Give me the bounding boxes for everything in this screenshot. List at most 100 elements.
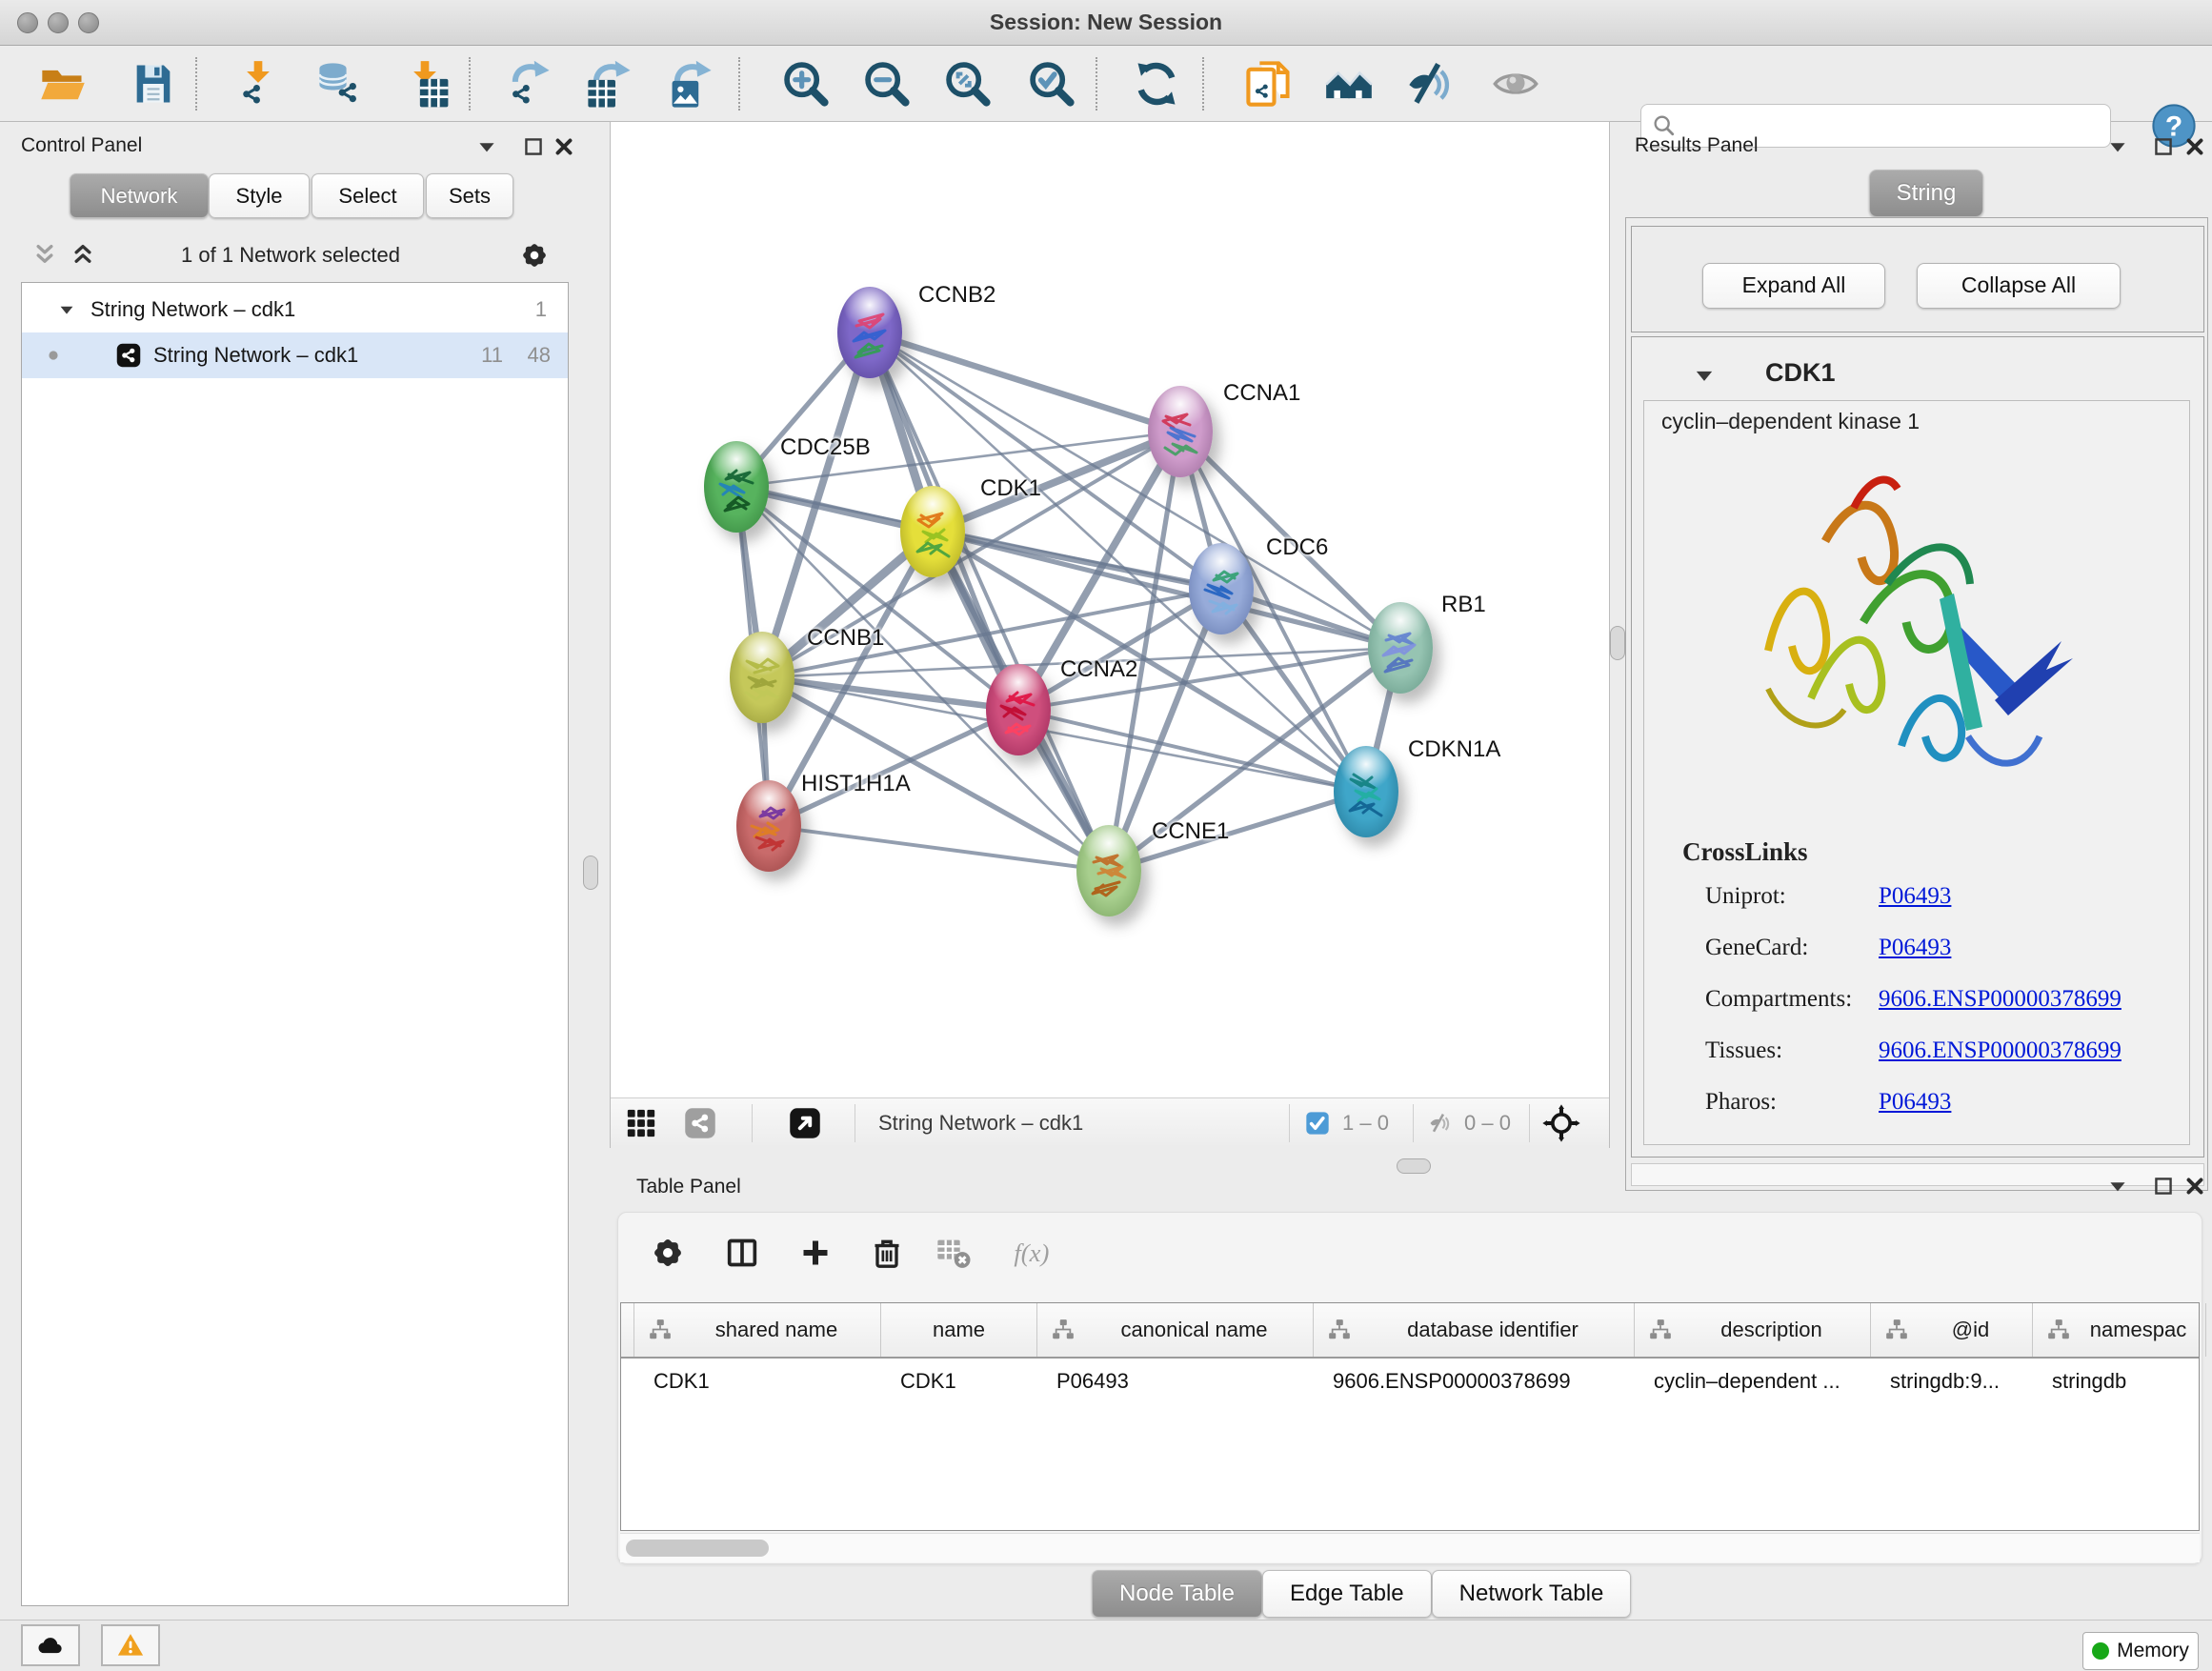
panel-close-icon[interactable]: [2182, 134, 2207, 159]
collapse-all-button[interactable]: Collapse All: [1917, 263, 2121, 309]
open-folder-icon[interactable]: [38, 59, 88, 109]
network-node-rb1[interactable]: [1368, 602, 1433, 694]
crosslink-link[interactable]: 9606.ENSP00000378699: [1879, 1037, 2122, 1064]
tree-row-network[interactable]: String Network – cdk1 11 48: [22, 332, 568, 378]
network-canvas[interactable]: CCNB2CCNA1CDC25BCDK1CDC6RB1CCNB1CCNA2CDK…: [611, 122, 1609, 1097]
table-cell[interactable]: CDK1: [634, 1359, 881, 1404]
panel-close-icon[interactable]: [2182, 1174, 2207, 1198]
hide-labels-icon[interactable]: [1405, 59, 1455, 109]
tab-network-table[interactable]: Network Table: [1432, 1570, 1632, 1618]
column-header-canonical-name[interactable]: canonical name: [1037, 1303, 1314, 1357]
scrollbar-thumb[interactable]: [626, 1540, 769, 1557]
protein-structure-image: [1711, 451, 2111, 827]
table-row-gutter: [621, 1359, 634, 1404]
node-table[interactable]: shared namenamecanonical namedatabase id…: [620, 1302, 2200, 1531]
memory-button[interactable]: Memory: [2082, 1632, 2199, 1670]
split-columns-icon[interactable]: [723, 1234, 761, 1272]
crosshair-icon[interactable]: [1542, 1104, 1580, 1142]
trash-icon[interactable]: [868, 1234, 906, 1272]
view-grid-icon[interactable]: [624, 1107, 658, 1139]
crosslink-link[interactable]: P06493: [1879, 1089, 1951, 1116]
gene-caret-icon[interactable]: [1691, 362, 1718, 389]
network-node-cdkn1a[interactable]: [1334, 746, 1398, 837]
table-row[interactable]: CDK1CDK1P064939606.ENSP00000378699cyclin…: [621, 1359, 2199, 1404]
tree-row-group[interactable]: String Network – cdk1 1: [22, 287, 568, 332]
crosslink-link[interactable]: P06493: [1879, 935, 1951, 961]
table-cell[interactable]: stringdb: [2033, 1359, 2206, 1404]
memory-label: Memory: [2117, 1640, 2189, 1662]
zoom-selected-icon[interactable]: [1027, 59, 1076, 109]
import-database-icon[interactable]: [314, 59, 364, 109]
table-cell[interactable]: stringdb:9...: [1871, 1359, 2033, 1404]
network-node-ccna1[interactable]: [1148, 386, 1213, 477]
table-cell[interactable]: P06493: [1037, 1359, 1314, 1404]
tab-node-table[interactable]: Node Table: [1092, 1570, 1262, 1618]
zoom-fit-icon[interactable]: [943, 59, 993, 109]
tab-string[interactable]: String: [1869, 170, 1983, 217]
export-table-icon[interactable]: [586, 59, 635, 109]
panel-caret-icon[interactable]: [474, 134, 499, 159]
gene-symbol: CDK1: [1765, 358, 1836, 388]
table-cell[interactable]: cyclin–dependent ...: [1635, 1359, 1871, 1404]
column-header--id[interactable]: @id: [1871, 1303, 2033, 1357]
network-options-gear-icon[interactable]: [518, 239, 551, 272]
network-node-hist1h1a[interactable]: [736, 780, 801, 872]
panel-caret-icon[interactable]: [2105, 1174, 2130, 1198]
table-hscrollbar[interactable]: [620, 1533, 2200, 1562]
network-node-cdc6[interactable]: [1189, 543, 1254, 634]
tab-select[interactable]: Select: [312, 173, 424, 218]
bottom-splitter-handle[interactable]: [1397, 1158, 1431, 1174]
save-icon[interactable]: [129, 59, 178, 109]
view-share-icon[interactable]: [683, 1106, 717, 1140]
table-cell[interactable]: 9606.ENSP00000378699: [1314, 1359, 1635, 1404]
hidden-eye-icon[interactable]: [1426, 1110, 1455, 1137]
import-network-icon[interactable]: [233, 59, 283, 109]
network-node-ccna2[interactable]: [986, 664, 1051, 755]
panel-close-icon[interactable]: [552, 134, 576, 159]
warning-button[interactable]: [101, 1624, 160, 1666]
export-image-icon[interactable]: [667, 59, 716, 109]
homes-icon[interactable]: [1324, 59, 1374, 109]
panel-float-icon[interactable]: [2151, 1174, 2176, 1198]
collapse-all-icon[interactable]: [30, 241, 59, 270]
network-node-ccnb1[interactable]: [730, 632, 794, 723]
gear-icon[interactable]: [649, 1234, 687, 1272]
column-header-shared-name[interactable]: shared name: [634, 1303, 881, 1357]
column-header-namespac[interactable]: namespac: [2033, 1303, 2206, 1357]
export-network-icon[interactable]: [505, 59, 554, 109]
crosslink-link[interactable]: P06493: [1879, 883, 1951, 910]
main-toolbar: ?: [0, 46, 2212, 122]
panel-caret-icon[interactable]: [2105, 134, 2130, 159]
tab-network[interactable]: Network: [70, 173, 209, 218]
tab-edge-table[interactable]: Edge Table: [1262, 1570, 1432, 1618]
plus-icon[interactable]: [796, 1234, 835, 1272]
view-export-icon[interactable]: [788, 1106, 822, 1140]
network-node-ccne1[interactable]: [1076, 825, 1141, 916]
network-node-ccnb2[interactable]: [837, 287, 902, 378]
expand-all-icon[interactable]: [69, 241, 97, 270]
document-share-icon[interactable]: [1243, 59, 1293, 109]
column-header-name[interactable]: name: [881, 1303, 1037, 1357]
expand-all-button[interactable]: Expand All: [1702, 263, 1885, 309]
column-header-description[interactable]: description: [1635, 1303, 1871, 1357]
tab-style[interactable]: Style: [209, 173, 310, 218]
panel-float-icon[interactable]: [521, 134, 546, 159]
tab-sets[interactable]: Sets: [426, 173, 513, 218]
refresh-icon[interactable]: [1132, 59, 1181, 109]
column-header-database-identifier[interactable]: database identifier: [1314, 1303, 1635, 1357]
selected-checkbox-icon[interactable]: [1304, 1110, 1331, 1137]
zoom-out-icon[interactable]: [862, 59, 912, 109]
panel-float-icon[interactable]: [2151, 134, 2176, 159]
import-table-icon[interactable]: [400, 59, 450, 109]
crosslink-link[interactable]: 9606.ENSP00000378699: [1879, 986, 2122, 1013]
table-cell[interactable]: CDK1: [881, 1359, 1037, 1404]
tree-expand-caret-icon[interactable]: [56, 299, 77, 320]
left-splitter-handle[interactable]: [583, 856, 598, 890]
show-graphics-icon[interactable]: [1491, 59, 1540, 109]
cloud-button[interactable]: [21, 1624, 80, 1666]
zoom-in-icon[interactable]: [781, 59, 831, 109]
network-tree: String Network – cdk1 1 String Network –…: [21, 282, 569, 1606]
network-node-cdc25b[interactable]: [704, 441, 769, 533]
network-node-cdk1[interactable]: [900, 486, 965, 577]
right-splitter-handle[interactable]: [1610, 626, 1625, 660]
